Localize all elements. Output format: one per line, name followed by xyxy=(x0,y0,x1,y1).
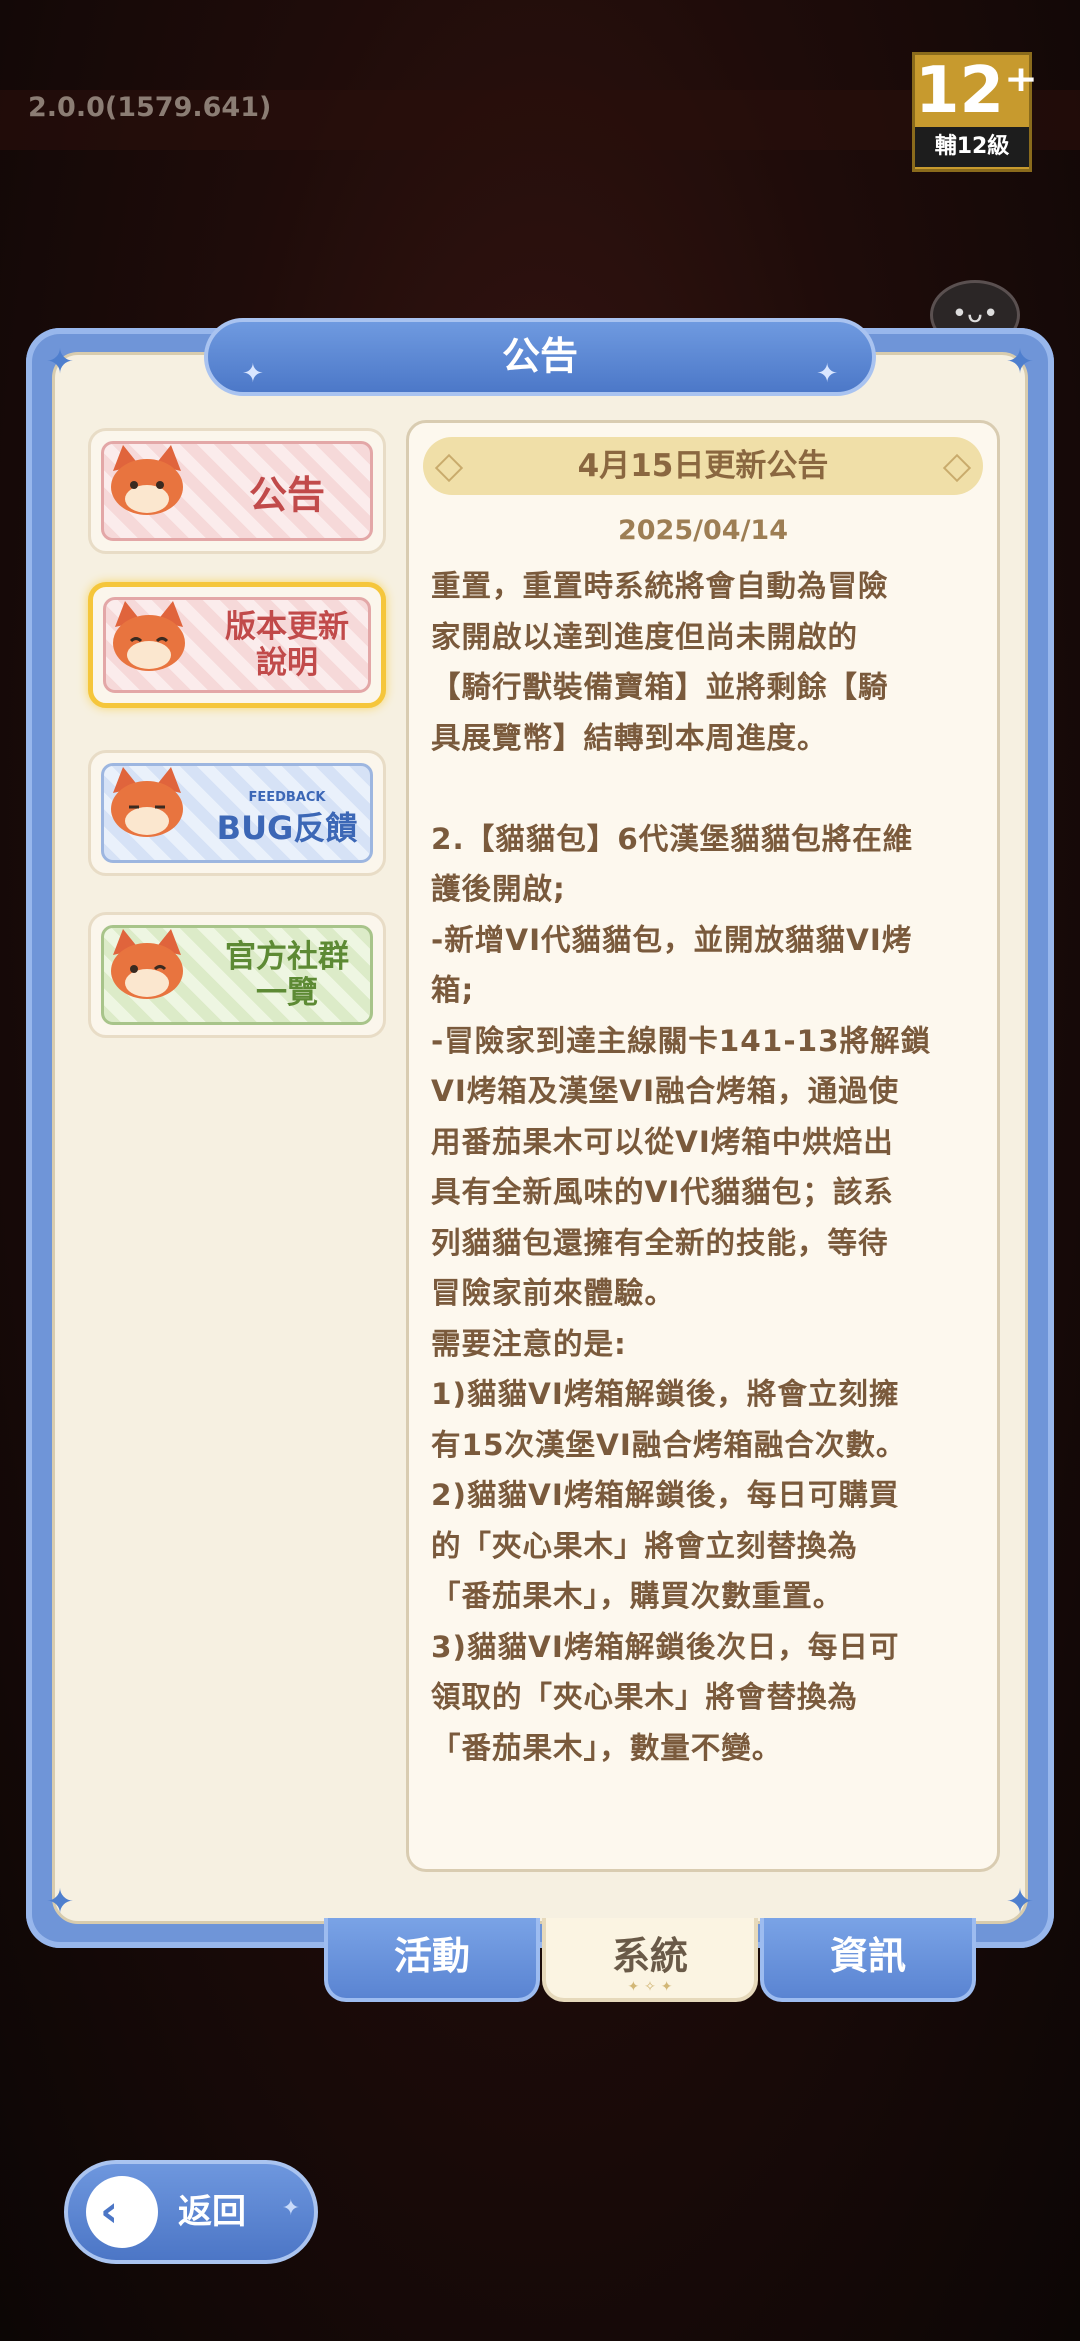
side-item-bug-feedback[interactable]: FEEDBACK BUG反饋 xyxy=(88,750,386,876)
announcement-line: 3)貓貓VI烤箱解鎖後次日，每日可 xyxy=(431,1629,900,1664)
corner-star-icon: ✦ xyxy=(1005,342,1035,382)
announcement-line: 具有全新風味的VI代貓貓包；該系 xyxy=(431,1175,894,1209)
diamond-icon xyxy=(942,453,972,483)
announcement-content[interactable]: 4月15日更新公告 2025/04/14 重置，重置時系統將會自動為冒險 家開啟以… xyxy=(406,420,1000,1872)
announcement-line: -冒險家到達主線關卡141-13將解鎖 xyxy=(431,1023,932,1058)
announcement-title: 4月15日更新公告 xyxy=(577,448,829,484)
announcement-line: -新增VI代貓貓包，並開放貓貓VI烤 xyxy=(431,922,913,957)
announcement-line: 1)貓貓VI烤箱解鎖後，將會立刻擁 xyxy=(431,1377,900,1411)
announcement-line: 【騎行獸裝備寶箱】並將剩餘【騎 xyxy=(431,670,889,704)
back-button[interactable]: ‹ 返回 ✦ xyxy=(64,2160,318,2264)
announcement-line: 冒險家前來體驗。 xyxy=(431,1276,676,1310)
announcement-line: 的「夾心果木」將會立刻替換為 xyxy=(431,1528,859,1563)
tab-system[interactable]: 系統 ✦ ✧ ✦ xyxy=(542,1918,758,2002)
side-item-label: 版本更新 說明 xyxy=(225,609,349,681)
announcement-line: 列貓貓包還擁有全新的技能，等待 xyxy=(431,1225,889,1260)
announcement-line xyxy=(431,763,979,814)
corner-star-icon: ✦ xyxy=(45,1882,75,1922)
diamond-icon xyxy=(434,453,464,483)
side-item-label: 官方社群 一覽 xyxy=(225,939,349,1011)
tab-label: 資訊 xyxy=(829,1934,906,1978)
corner-star-icon: ✦ xyxy=(45,342,75,382)
side-item-update-notes[interactable]: 版本更新 說明 xyxy=(88,582,386,708)
announcement-line: 「番茄果木」，數量不變。 xyxy=(431,1730,783,1765)
announcement-line: 重置，重置時系統將會自動為冒險 xyxy=(431,569,889,603)
age-rating-label: 輔12級 xyxy=(915,127,1029,167)
panel-title: 公告 xyxy=(501,334,578,378)
announcement-body: 重置，重置時系統將會自動為冒險 家開啟以達到進度但尚未開啟的 【騎行獸裝備寶箱】並將… xyxy=(431,561,979,1773)
cat-mascot-icon xyxy=(111,445,183,515)
tab-label: 系統 xyxy=(611,1934,688,1978)
announcement-line: 有15次漢堡VI融合烤箱融合次數。 xyxy=(431,1427,907,1462)
tab-label: 活動 xyxy=(393,1934,470,1978)
cat-mascot-icon xyxy=(111,767,183,837)
announcement-line: 領取的「夾心果木」將會替換為 xyxy=(431,1680,859,1714)
announcement-line: 具展覽幣】結轉到本周進度。 xyxy=(431,720,828,755)
cat-mascot-icon xyxy=(113,601,185,671)
age-rating-number: 12⁺ xyxy=(915,54,1038,128)
version-label: 2.0.0(1579.641) xyxy=(28,92,272,123)
announcement-date: 2025/04/14 xyxy=(617,515,788,546)
age-rating-badge: 12⁺ 輔12級 xyxy=(912,52,1038,172)
announcement-line: 家開啟以達到進度但尚未開啟的 xyxy=(431,619,859,654)
announcement-line: 需要注意的是: xyxy=(431,1326,627,1361)
announcement-line: 2)貓貓VI烤箱解鎖後，每日可購買 xyxy=(431,1478,900,1512)
announcement-line: 箱; xyxy=(431,973,475,1007)
panel-title-banner: ✦ 公告 ✦ xyxy=(204,318,876,396)
side-item-official-community[interactable]: 官方社群 一覽 xyxy=(88,912,386,1038)
announcement-line: 護後開啟; xyxy=(431,872,566,906)
back-arrow-icon: ‹ xyxy=(86,2176,158,2248)
announcement-line: 「番茄果木」，購買次數重置。 xyxy=(431,1579,844,1613)
banner-star-icon: ✦ xyxy=(242,359,264,389)
side-item-label: 公告 xyxy=(248,472,325,517)
back-button-label: 返回 xyxy=(178,2192,246,2232)
cat-mascot-icon xyxy=(111,929,183,999)
banner-star-icon: ✦ xyxy=(816,359,838,389)
tab-decoration-icon: ✦ ✧ ✦ xyxy=(627,1979,673,1995)
tab-activity[interactable]: 活動 xyxy=(324,1918,540,2002)
announcement-line: 用番茄果木可以從VI烤箱中烘焙出 xyxy=(431,1124,894,1159)
side-item-label: FEEDBACK BUG反饋 xyxy=(216,790,358,847)
announcement-line: 2.【貓貓包】6代漢堡貓貓包將在維 xyxy=(431,821,914,856)
side-item-announcement[interactable]: 公告 xyxy=(88,428,386,554)
back-star-icon: ✦ xyxy=(281,2196,300,2221)
announcement-title-bar: 4月15日更新公告 xyxy=(423,437,983,495)
tab-info[interactable]: 資訊 xyxy=(760,1918,976,2002)
corner-star-icon: ✦ xyxy=(1005,1882,1035,1922)
announcement-line: VI烤箱及漢堡VI融合烤箱，通過使 xyxy=(431,1074,900,1108)
